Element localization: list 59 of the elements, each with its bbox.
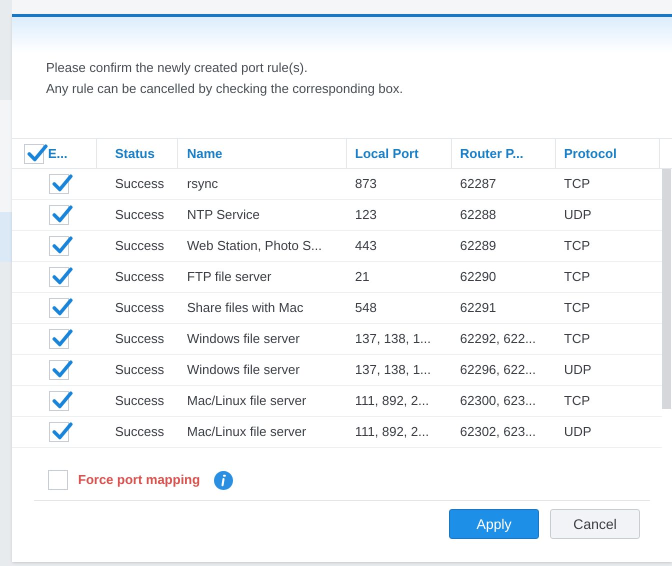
table-cell: Mac/Linux file server: [187, 393, 306, 408]
instruction-text: Please confirm the newly created port rule(s).: [46, 61, 309, 75]
info-icon[interactable]: [214, 470, 234, 490]
table-cell: UDP: [564, 424, 592, 440]
column-header[interactable]: Local Port: [347, 139, 452, 168]
table-cell: Success: [115, 300, 164, 316]
column-header[interactable]: Router P...: [452, 139, 556, 168]
table-cell: TCP: [564, 238, 590, 254]
table-cell: 62288: [460, 207, 496, 222]
table-cell: Success: [115, 424, 164, 440]
table-cell: 548: [355, 300, 377, 316]
table-cell: TCP: [564, 269, 590, 284]
force-port-mapping-label: Force port mapping: [78, 471, 200, 490]
table-cell: 137, 138, 1...: [355, 362, 431, 378]
table-cell: 873: [355, 176, 377, 192]
table-cell: 62290: [460, 269, 496, 284]
table-cell: Success: [115, 331, 164, 346]
table-cell: rsync: [187, 176, 218, 192]
column-header[interactable]: Status: [97, 139, 178, 168]
table-cell: UDP: [564, 207, 592, 222]
table-cell: FTP file server: [187, 269, 272, 284]
table-cell: TCP: [564, 300, 590, 316]
table-cell: 62291: [460, 300, 496, 316]
table-cell: Success: [115, 207, 164, 222]
table-cell: TCP: [564, 331, 590, 346]
table-cell: 111, 892, 2...: [355, 424, 429, 440]
table-cell: 111, 892, 2...: [355, 393, 429, 408]
table-cell: Windows file server: [187, 331, 300, 346]
cancel-button[interactable]: Cancel: [550, 509, 640, 539]
table-cell: 123: [355, 207, 377, 222]
table-cell: 62289: [460, 238, 496, 254]
table-cell: 137, 138, 1...: [355, 331, 431, 346]
table-cell: Mac/Linux file server: [187, 424, 306, 440]
table-cell: 443: [355, 238, 377, 254]
apply-button[interactable]: Apply: [449, 509, 539, 539]
table-cell: Web Station, Photo S...: [187, 238, 322, 254]
table-cell: Success: [115, 238, 164, 254]
table-cell: 62302, 623...: [460, 424, 536, 440]
table-cell: NTP Service: [187, 207, 260, 222]
table-cell: 62300, 623...: [460, 393, 536, 408]
column-header[interactable]: Name: [178, 139, 347, 168]
table-cell: TCP: [564, 393, 590, 408]
table-cell: 62287: [460, 176, 496, 192]
column-header[interactable]: Protocol: [556, 139, 660, 168]
column-header[interactable]: E...: [48, 144, 68, 164]
table-cell: 21: [355, 269, 370, 284]
table-cell: Success: [115, 362, 164, 378]
table-cell: UDP: [564, 362, 592, 378]
table-cell: Success: [115, 269, 164, 284]
table-cell: TCP: [564, 176, 590, 192]
table-cell: 62296, 622...: [460, 362, 536, 378]
table-cell: Success: [115, 176, 164, 192]
force-port-mapping-checkbox[interactable]: [48, 470, 68, 490]
table-cell: Share files with Mac: [187, 300, 304, 316]
table-cell: 62292, 622...: [460, 331, 536, 346]
instruction-text: Any rule can be cancelled by checking the corresponding box.: [46, 82, 404, 96]
table-cell: Windows file server: [187, 362, 300, 378]
table-cell: Success: [115, 393, 164, 408]
scrollbar[interactable]: [662, 169, 671, 409]
